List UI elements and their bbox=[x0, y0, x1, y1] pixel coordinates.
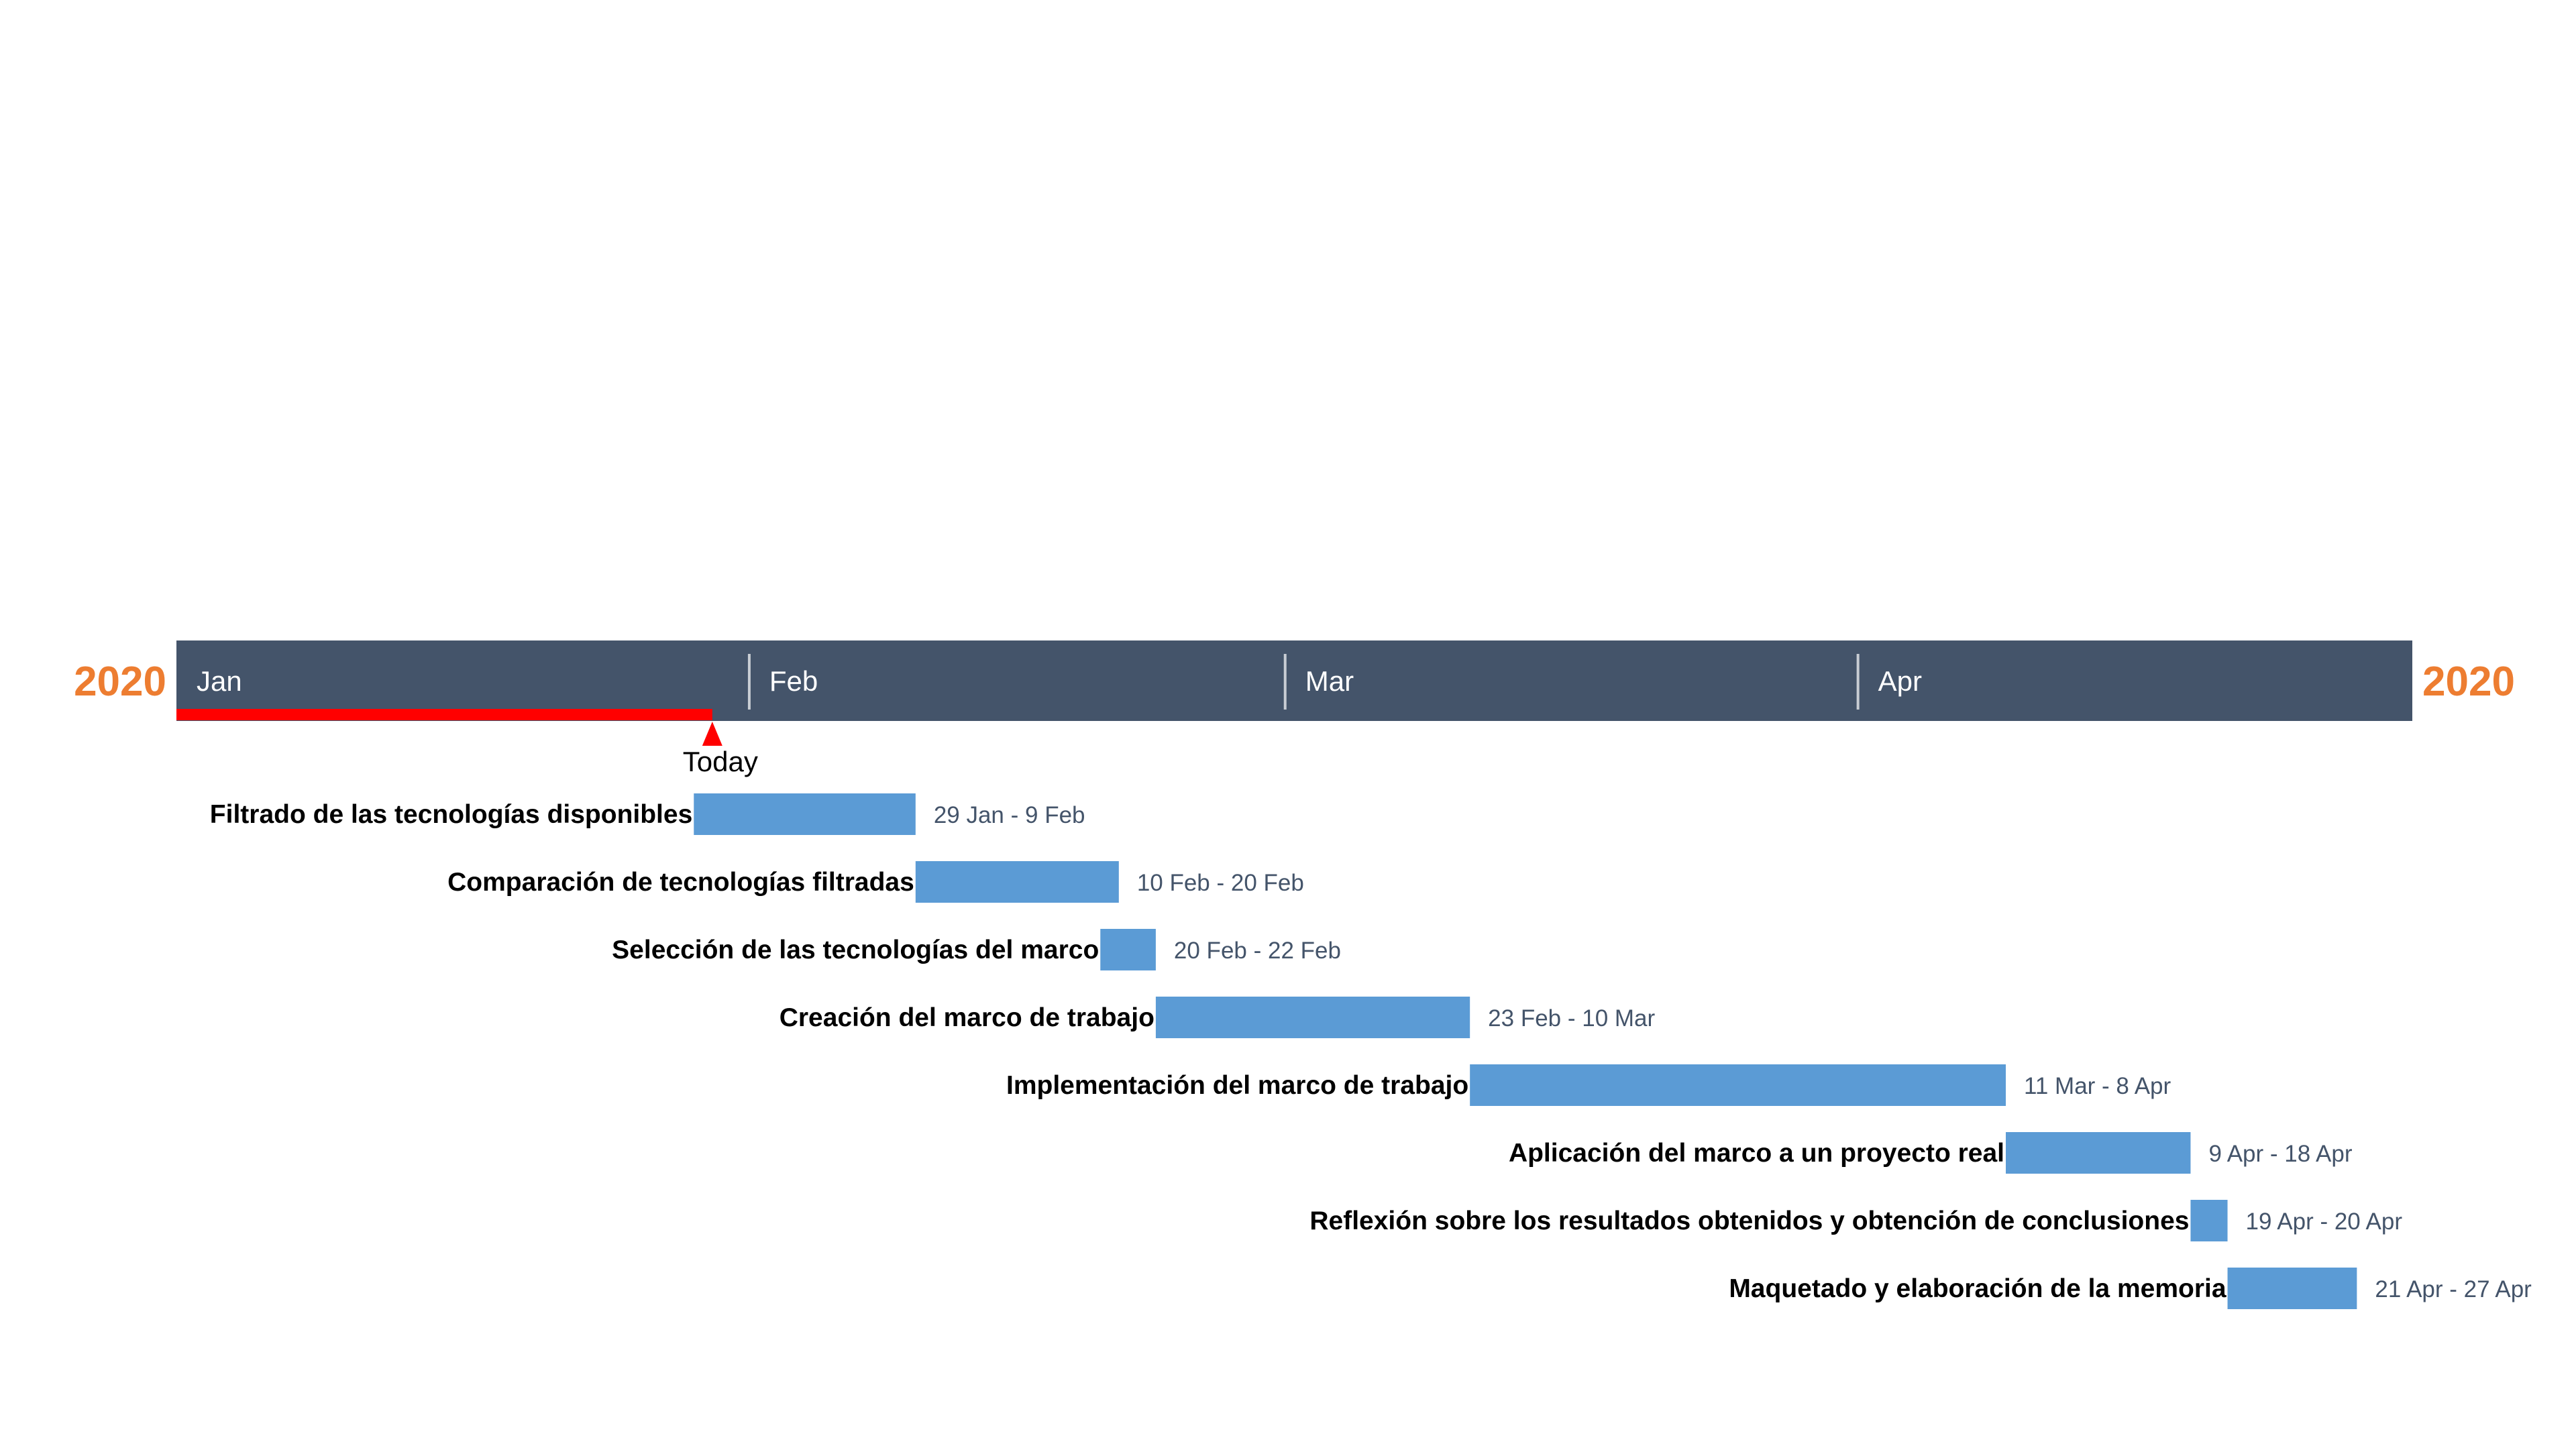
task-bar-2 bbox=[915, 861, 1119, 903]
task-range-label-6: 9 Apr - 18 Apr bbox=[2208, 1141, 2352, 1167]
task-name-2: Comparación de tecnologías filtradas bbox=[447, 868, 914, 897]
task-bar-4 bbox=[1155, 997, 1470, 1038]
today-layer: Today bbox=[176, 709, 758, 777]
task-bar-7 bbox=[2190, 1200, 2228, 1241]
task-name-3: Selección de las tecnologías del marco bbox=[612, 936, 1099, 964]
task-layer: Filtrado de las tecnologías disponibles 2… bbox=[210, 793, 2532, 1309]
today-marker-triangle bbox=[702, 722, 722, 746]
year-label-right: 2020 bbox=[2422, 659, 2515, 705]
task-name-6: Aplicación del marco a un proyecto real bbox=[1509, 1139, 2004, 1168]
year-label-left: 2020 bbox=[74, 659, 166, 705]
task-name-8: Maquetado y elaboración de la memoria bbox=[1729, 1274, 2226, 1303]
task-range-label-2: 10 Feb - 20 Feb bbox=[1137, 870, 1304, 896]
gantt-chart: 2020 2020 Jan Feb Mar Apr Today Filtrado de l… bbox=[0, 0, 2576, 1449]
task-bar-5 bbox=[1470, 1064, 2006, 1106]
month-label-mar: Mar bbox=[1305, 665, 1354, 697]
task-name-7: Reflexión sobre los resultados obtenidos… bbox=[1309, 1207, 2189, 1235]
task-name-4: Creación del marco de trabajo bbox=[780, 1003, 1155, 1032]
today-label: Today bbox=[683, 746, 758, 777]
month-label-feb: Feb bbox=[769, 665, 818, 697]
task-range-label-4: 23 Feb - 10 Mar bbox=[1488, 1005, 1655, 1031]
task-range-label-5: 11 Mar - 8 Apr bbox=[2024, 1073, 2171, 1099]
task-range-label-7: 19 Apr - 20 Apr bbox=[2246, 1209, 2403, 1235]
task-bar-1 bbox=[694, 793, 916, 835]
month-label-apr: Apr bbox=[1878, 665, 1922, 697]
month-label-jan: Jan bbox=[197, 665, 242, 697]
task-range-label-3: 20 Feb - 22 Feb bbox=[1174, 938, 1341, 964]
task-bar-3 bbox=[1100, 929, 1156, 970]
task-range-label-8: 21 Apr - 27 Apr bbox=[2375, 1276, 2532, 1302]
task-name-5: Implementación del marco de trabajo bbox=[1006, 1071, 1468, 1100]
task-range-label-1: 29 Jan - 9 Feb bbox=[934, 802, 1085, 828]
task-name-1: Filtrado de las tecnologías disponibles bbox=[210, 800, 692, 829]
gantt-svg: 2020 2020 Jan Feb Mar Apr Today Filtrado de l… bbox=[74, 640, 2532, 1309]
task-bar-6 bbox=[2006, 1132, 2191, 1174]
task-bar-8 bbox=[2227, 1268, 2357, 1309]
today-progress-line bbox=[176, 709, 712, 720]
